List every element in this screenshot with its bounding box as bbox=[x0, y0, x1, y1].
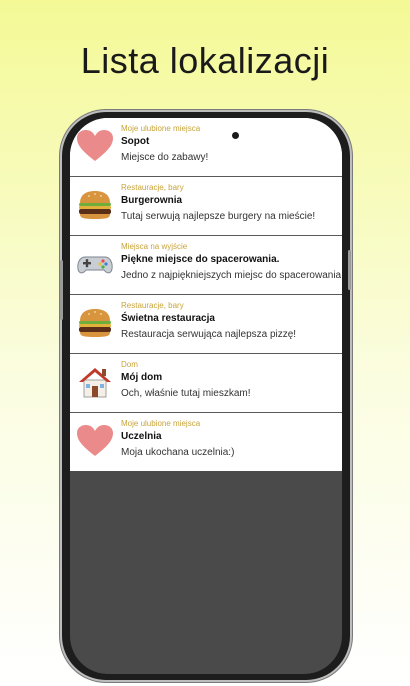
location-description: Jedno z najpiękniejszych miejsc do space… bbox=[121, 270, 342, 281]
location-name: Burgerownia bbox=[121, 195, 183, 206]
location-description: Restauracja serwująca najlepsza pizzę! bbox=[121, 329, 297, 340]
burger-icon bbox=[76, 306, 114, 340]
location-name: Piękne miejsce do spacerowania. bbox=[121, 254, 280, 265]
location-description: Moja ukochana uczelnia:) bbox=[121, 447, 235, 458]
heart-icon bbox=[76, 129, 114, 163]
location-category: Restauracje, bary bbox=[121, 301, 184, 310]
heart-icon bbox=[76, 424, 114, 458]
location-category: Miejsca na wyjście bbox=[121, 242, 188, 251]
location-description: Miejsce do zabawy! bbox=[121, 152, 209, 163]
phone-volume-button bbox=[60, 260, 63, 320]
location-name: Mój dom bbox=[121, 372, 163, 383]
list-item[interactable]: Moje ulubione miejsca Sopot Miejsce do z… bbox=[70, 118, 342, 177]
location-name: Świetna restauracja bbox=[121, 313, 215, 324]
list-item[interactable]: Restauracje, bary Świetna restauracja Re… bbox=[70, 295, 342, 354]
phone-screen: Moje ulubione miejsca Sopot Miejsce do z… bbox=[70, 118, 342, 674]
location-description: Och, właśnie tutaj mieszkam! bbox=[121, 388, 251, 399]
list-item[interactable]: Moje ulubione miejsca Uczelnia Moja ukoc… bbox=[70, 413, 342, 471]
location-list: Moje ulubione miejsca Sopot Miejsce do z… bbox=[70, 118, 342, 471]
list-item[interactable]: Miejsca na wyjście Piękne miejsce do spa… bbox=[70, 236, 342, 295]
location-category: Dom bbox=[121, 360, 138, 369]
gamepad-icon bbox=[76, 247, 114, 281]
location-category: Restauracje, bary bbox=[121, 183, 184, 192]
page-title: Lista lokalizacji bbox=[80, 40, 330, 81]
house-icon bbox=[76, 365, 114, 399]
location-category: Moje ulubione miejsca bbox=[121, 124, 201, 133]
location-name: Sopot bbox=[121, 136, 150, 147]
location-category: Moje ulubione miejsca bbox=[121, 419, 201, 428]
front-camera bbox=[232, 132, 239, 139]
burger-icon bbox=[76, 188, 114, 222]
location-name: Uczelnia bbox=[121, 431, 162, 442]
phone-power-button bbox=[348, 250, 351, 290]
list-item[interactable]: Dom Mój dom Och, właśnie tutaj mieszkam! bbox=[70, 354, 342, 413]
list-item[interactable]: Restauracje, bary Burgerownia Tutaj serw… bbox=[70, 177, 342, 236]
location-description: Tutaj serwują najlepsze burgery na mieśc… bbox=[121, 211, 316, 222]
